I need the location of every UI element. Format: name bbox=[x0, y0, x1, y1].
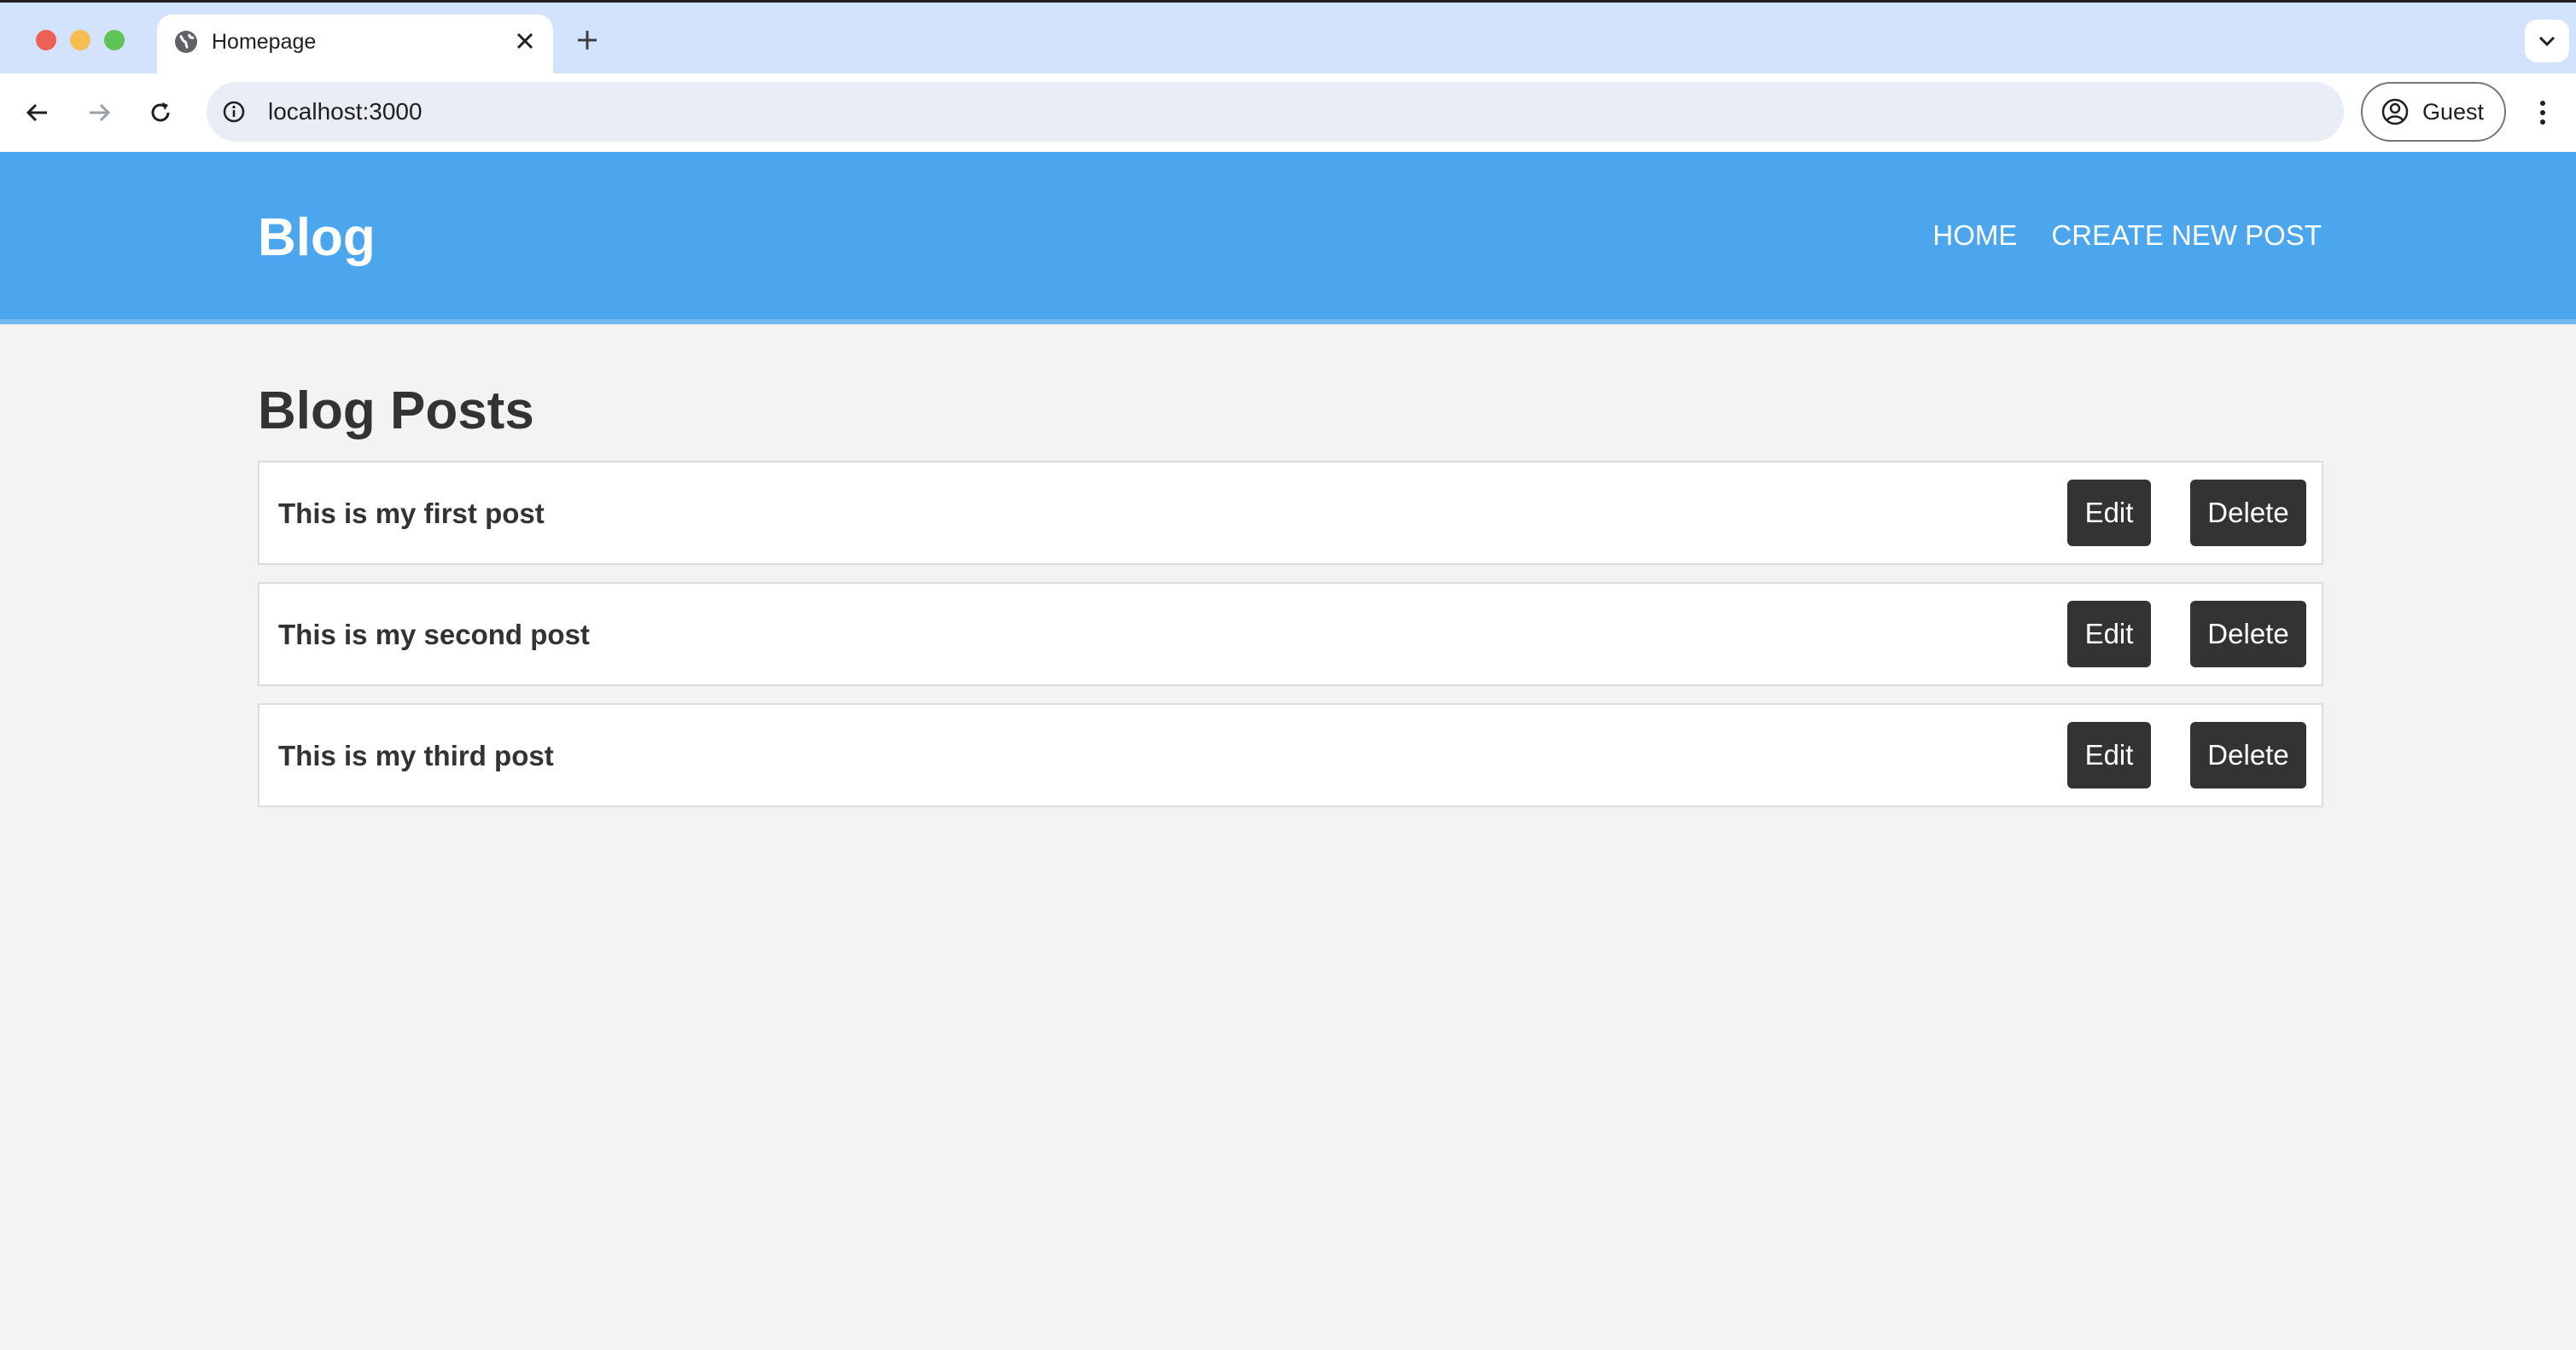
new-tab-button[interactable] bbox=[570, 23, 604, 57]
edit-button[interactable]: Edit bbox=[2067, 722, 2151, 788]
minimize-window-button[interactable] bbox=[70, 30, 90, 50]
browser-tab-homepage[interactable]: Homepage bbox=[157, 15, 553, 76]
url-text[interactable]: localhost:3000 bbox=[268, 98, 423, 125]
nav-link-home[interactable]: HOME bbox=[1932, 218, 2017, 253]
site-nav: HOME CREATE NEW POST bbox=[1932, 218, 2322, 253]
edit-button[interactable]: Edit bbox=[2067, 480, 2151, 546]
site-brand[interactable]: Blog bbox=[258, 208, 376, 268]
address-bar[interactable]: localhost:3000 bbox=[207, 82, 2344, 142]
nav-link-create-new-post[interactable]: CREATE NEW POST bbox=[2051, 218, 2322, 253]
more-menu-icon[interactable] bbox=[2526, 92, 2559, 133]
post-title: This is my third post bbox=[278, 740, 554, 771]
forward-arrow-icon[interactable] bbox=[82, 96, 116, 130]
post-title: This is my first post bbox=[278, 498, 545, 529]
site-info-icon[interactable] bbox=[219, 96, 249, 127]
post-list: This is my first post Edit Delete This i… bbox=[258, 461, 2323, 824]
close-window-button[interactable] bbox=[36, 30, 56, 50]
browser-tab-strip: Homepage bbox=[0, 0, 2576, 76]
tab-search-button[interactable] bbox=[2525, 20, 2569, 62]
post-item: This is my first post Edit Delete bbox=[258, 461, 2323, 565]
reload-icon[interactable] bbox=[143, 96, 178, 130]
back-arrow-icon[interactable] bbox=[20, 96, 55, 130]
globe-icon bbox=[172, 28, 200, 55]
delete-button[interactable]: Delete bbox=[2190, 601, 2306, 667]
close-icon[interactable] bbox=[510, 26, 539, 55]
post-item: This is my second post Edit Delete bbox=[258, 582, 2323, 686]
post-title: This is my second post bbox=[278, 619, 590, 650]
profile-label: Guest bbox=[2422, 98, 2485, 125]
maximize-window-button[interactable] bbox=[104, 30, 125, 50]
tab-title: Homepage bbox=[212, 30, 317, 54]
site-header: Blog HOME CREATE NEW POST bbox=[0, 152, 2576, 324]
profile-button[interactable]: Guest bbox=[2361, 82, 2506, 142]
post-item: This is my third post Edit Delete bbox=[258, 703, 2323, 807]
browser-toolbar: localhost:3000 Guest bbox=[0, 73, 2576, 152]
account-circle-icon bbox=[2378, 95, 2412, 129]
edit-button[interactable]: Edit bbox=[2067, 601, 2151, 667]
delete-button[interactable]: Delete bbox=[2190, 480, 2306, 546]
page-title: Blog Posts bbox=[258, 381, 534, 440]
delete-button[interactable]: Delete bbox=[2190, 722, 2306, 788]
